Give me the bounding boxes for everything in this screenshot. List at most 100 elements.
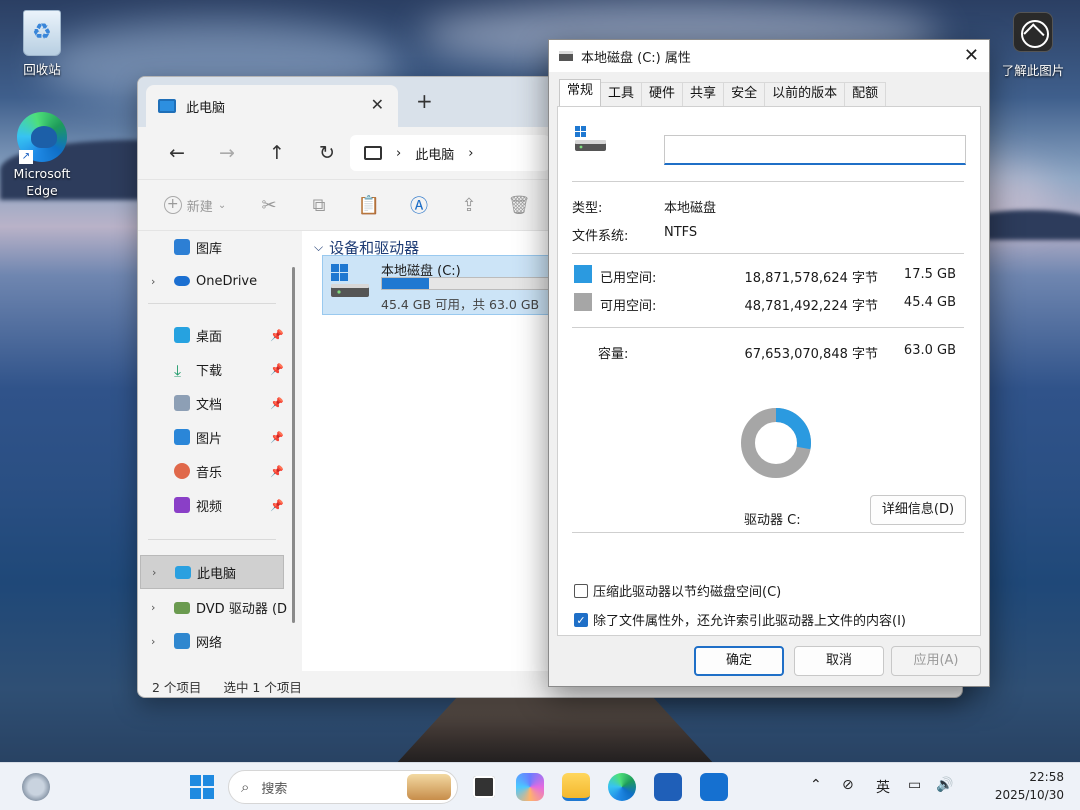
used-space-bytes: 18,871,578,624 字节 (744, 271, 878, 286)
pin-icon[interactable]: 📌 (270, 397, 284, 410)
pin-icon[interactable]: 📌 (270, 431, 284, 444)
index-contents-option[interactable]: ✓ 除了文件属性外，还允许索引此驱动器上文件的内容(I) (574, 610, 906, 629)
share-button[interactable]: ⇪ (444, 195, 494, 216)
chevron-right-icon[interactable]: › (468, 146, 473, 161)
breadcrumb-this-pc[interactable]: 此电脑 (415, 144, 454, 163)
windows-logo-icon (190, 775, 214, 799)
chevron-right-icon[interactable]: › (151, 601, 155, 614)
drive-usage-bar (381, 277, 551, 290)
store-icon[interactable] (654, 773, 682, 801)
tab-sharing[interactable]: 共享 (682, 82, 725, 106)
index-checkbox[interactable]: ✓ (574, 612, 588, 627)
new-label: 新建 (186, 199, 213, 215)
display-icon[interactable]: ▭ (908, 777, 921, 793)
new-tab-button[interactable]: + (416, 89, 433, 113)
volume-label-input[interactable] (664, 135, 966, 165)
network-off-icon[interactable]: ⊘ (842, 777, 854, 793)
sidebar-item-network[interactable]: › 网络 (138, 625, 288, 657)
tab-hardware[interactable]: 硬件 (641, 82, 684, 106)
copy-button[interactable]: ⧉ (294, 195, 344, 216)
tab-security[interactable]: 安全 (723, 82, 766, 106)
capacity-label: 容量: (598, 347, 629, 362)
chevron-up-icon[interactable]: ⌃ (810, 777, 822, 793)
tab-quota[interactable]: 配额 (844, 82, 887, 106)
compress-checkbox[interactable] (574, 583, 588, 598)
forward-button[interactable]: → (202, 142, 252, 164)
tab-general[interactable]: 常规 (559, 79, 602, 106)
close-tab-icon[interactable]: ✕ (371, 95, 384, 114)
delete-button[interactable]: 🗑 (494, 195, 544, 216)
sidebar-item-label: 此电脑 (197, 566, 237, 582)
ok-button[interactable]: 确定 (694, 646, 784, 676)
cut-button[interactable]: ✂ (244, 195, 294, 216)
drive-letter-label: 驱动器 C: (744, 513, 801, 528)
tab-previous-versions[interactable]: 以前的版本 (764, 82, 846, 106)
free-space-swatch (574, 293, 592, 311)
recycle-bin-desktop-icon[interactable]: 回收站 (2, 10, 82, 78)
tab-tools[interactable]: 工具 (600, 82, 643, 106)
drive-tile-c[interactable]: 本地磁盘 (C:) 45.4 GB 可用，共 63.0 GB (322, 255, 562, 315)
pin-icon[interactable]: 📌 (270, 363, 284, 376)
taskbar-search-box[interactable]: ⌕ 搜索 (228, 770, 458, 804)
start-button[interactable] (188, 773, 216, 801)
explorer-tab-this-pc[interactable]: 此电脑 ✕ (146, 85, 398, 127)
outlook-new-icon[interactable] (700, 773, 728, 801)
sidebar-item-label: 下载 (196, 363, 223, 379)
sidebar-item-documents[interactable]: 文档 📌 (138, 387, 288, 419)
sidebar-divider (148, 539, 276, 540)
chevron-right-icon[interactable]: › (152, 566, 156, 579)
new-button[interactable]: + 新建 ⌄ (156, 196, 234, 215)
recycle-bin-icon (23, 10, 61, 56)
task-view-icon[interactable] (470, 773, 498, 801)
sidebar-item-label: 音乐 (196, 465, 223, 481)
used-space-swatch (574, 265, 592, 283)
ime-indicator[interactable]: 英 (876, 777, 890, 797)
paste-button[interactable]: 📋 (344, 195, 394, 216)
dialog-title-bar: 本地磁盘 (C:) 属性 ✕ (549, 40, 989, 72)
sidebar-item-this-pc[interactable]: › 此电脑 (140, 555, 284, 589)
edge-taskbar-icon[interactable] (608, 773, 636, 801)
chevron-right-icon[interactable]: › (151, 635, 155, 648)
sidebar-item-desktop[interactable]: 桌面 📌 (138, 319, 288, 351)
pin-icon[interactable]: 📌 (270, 329, 284, 342)
volume-icon[interactable]: 🔊 (936, 777, 953, 793)
up-button[interactable]: ↑ (252, 142, 302, 164)
chevron-right-icon[interactable]: › (151, 275, 155, 288)
sidebar-item-dvd-drive[interactable]: › DVD 驱动器 (D (138, 591, 288, 623)
apply-button[interactable]: 应用(A) (891, 646, 981, 676)
sidebar-item-music[interactable]: 音乐 📌 (138, 455, 288, 487)
sidebar-item-videos[interactable]: 视频 📌 (138, 489, 288, 521)
address-bar[interactable]: › 此电脑 › (350, 135, 550, 171)
shortcut-arrow-icon: ↗ (19, 150, 33, 164)
navigation-pane: 图库 › OneDrive 桌面 📌 ⤓ 下载 📌 文档 📌 图片 📌 音乐 📌… (138, 231, 288, 671)
sidebar-item-label: DVD 驱动器 (D (196, 601, 288, 617)
refresh-button[interactable]: ↻ (302, 142, 352, 164)
learn-about-picture-desktop-icon[interactable]: 了解此图片 (988, 12, 1078, 79)
sidebar-item-gallery[interactable]: 图库 (138, 231, 288, 263)
plus-icon: + (163, 196, 182, 214)
widgets-icon[interactable] (22, 773, 50, 801)
videos-icon (174, 497, 190, 513)
rename-button[interactable]: Ⓐ (394, 192, 444, 218)
details-button[interactable]: 详细信息(D) (870, 495, 966, 525)
chevron-down-icon: ⌄ (217, 199, 227, 211)
edge-desktop-icon[interactable]: ↗ Microsoft Edge (2, 112, 82, 199)
free-space-gb: 45.4 GB (903, 295, 956, 310)
sidebar-item-downloads[interactable]: ⤓ 下载 📌 (138, 353, 288, 385)
close-icon[interactable]: ✕ (964, 45, 979, 66)
file-explorer-taskbar-icon[interactable] (562, 773, 590, 801)
back-button[interactable]: ← (152, 142, 202, 164)
clock[interactable]: 22:58 2025/10/30 (995, 768, 1064, 804)
capacity-bytes: 67,653,070,848 字节 (744, 347, 878, 362)
disk-usage-donut-chart (741, 408, 811, 478)
sidebar-item-pictures[interactable]: 图片 📌 (138, 421, 288, 453)
taskbar: ⌕ 搜索 ⌃ ⊘ 英 ▭ 🔊 22:58 2025/10/30 (0, 762, 1080, 810)
pin-icon[interactable]: 📌 (270, 499, 284, 512)
copilot-icon[interactable] (516, 773, 544, 801)
sidebar-item-onedrive[interactable]: › OneDrive (138, 265, 288, 297)
compress-drive-option[interactable]: 压缩此驱动器以节约磁盘空间(C) (574, 581, 781, 600)
sidebar-scrollbar[interactable] (292, 267, 295, 623)
cancel-button[interactable]: 取消 (794, 646, 884, 676)
pin-icon[interactable]: 📌 (270, 465, 284, 478)
free-space-label: 可用空间: (600, 299, 657, 314)
